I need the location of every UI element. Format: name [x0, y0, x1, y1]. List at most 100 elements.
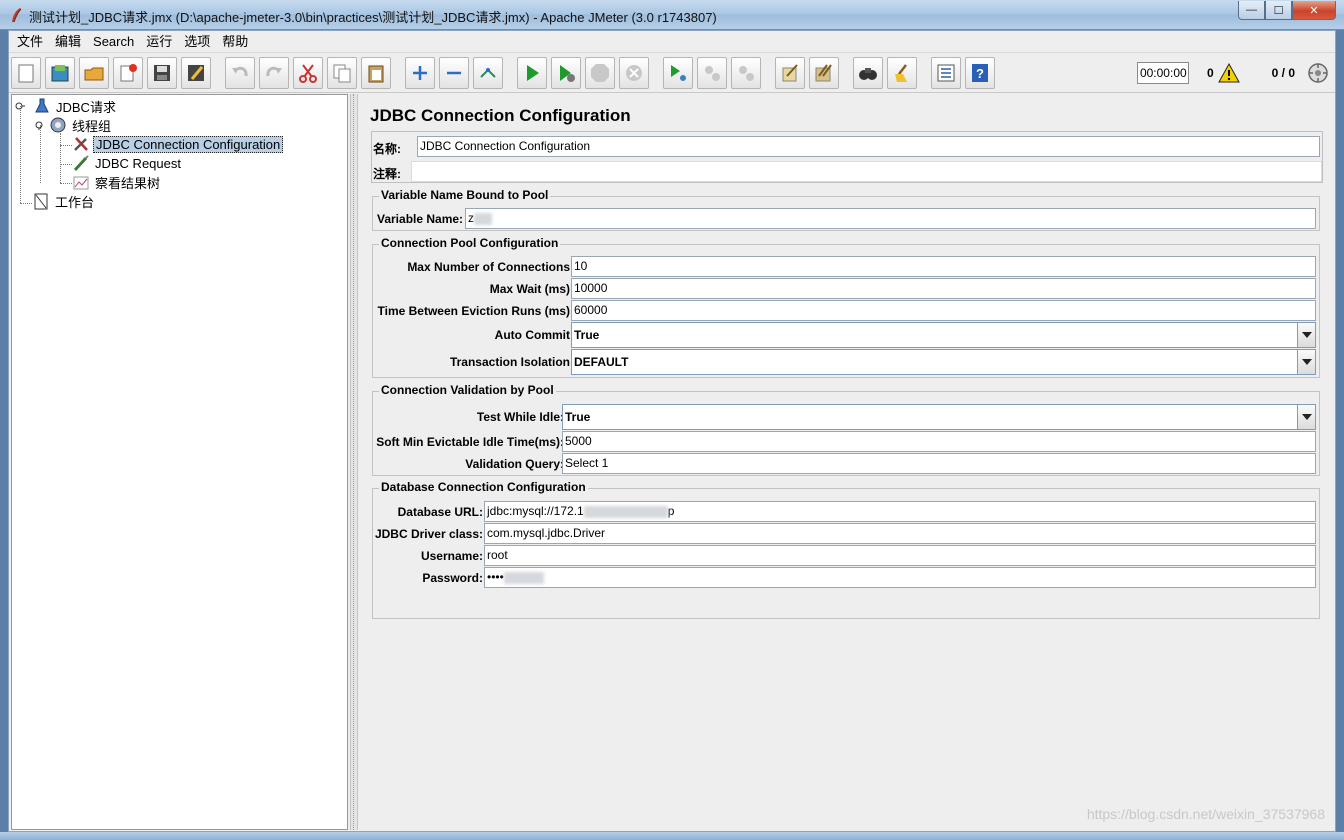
save-as-button[interactable] [181, 56, 211, 89]
svg-text:?: ? [976, 66, 984, 81]
stop-button[interactable] [585, 56, 615, 89]
search-icon [859, 67, 877, 80]
chevron-down-icon[interactable] [1297, 405, 1315, 429]
chevron-down-icon[interactable] [1297, 323, 1315, 347]
comment-label: 注释: [373, 167, 401, 181]
window-bottom-border [0, 832, 1344, 840]
collapse-icon [447, 71, 461, 74]
remote-engines-icon[interactable] [1307, 62, 1329, 84]
chevron-down-icon[interactable] [1297, 350, 1315, 374]
connection-pool-group: Connection Pool Configuration Max Number… [372, 236, 1320, 378]
auto-commit-select[interactable]: True [571, 322, 1316, 348]
tree-node-jdbc-request[interactable]: JDBC Request [72, 154, 183, 172]
remote-start-button[interactable] [663, 56, 693, 89]
collapse-toggle-icon[interactable] [35, 120, 45, 130]
tree-label-result-tree: 察看结果树 [95, 175, 161, 191]
eviction-runs-field[interactable]: 60000 [571, 300, 1316, 321]
password-field[interactable]: •••• [484, 567, 1316, 588]
close-button[interactable]: ✕ [1292, 1, 1336, 20]
tree-node-jdbc-config[interactable]: JDBC Connection Configuration [72, 135, 284, 153]
variable-name-group: Variable Name Bound to Pool Variable Nam… [372, 188, 1320, 231]
warning-count: 0 [1206, 66, 1214, 80]
help-button[interactable]: ? [965, 56, 995, 89]
max-wait-label: Max Wait (ms): [489, 282, 574, 296]
driver-class-field[interactable]: com.mysql.jdbc.Driver [484, 523, 1316, 544]
redacted-text [474, 212, 492, 225]
function-helper-button[interactable] [931, 56, 961, 89]
minimize-button[interactable]: — [1238, 1, 1265, 20]
maximize-button[interactable]: ☐ [1265, 1, 1292, 20]
title-bar: 测试计划_JDBC请求.jmx (D:\apache-jmeter-3.0\bi… [0, 0, 1344, 30]
database-url-label: Database URL: [397, 505, 483, 519]
start-button[interactable] [517, 56, 547, 89]
group-title: Connection Pool Configuration [379, 236, 561, 250]
menu-file[interactable]: 文件 [11, 31, 49, 53]
save-button[interactable] [147, 56, 177, 89]
menu-bar: 文件 编辑 Search 运行 选项 帮助 [9, 31, 1335, 53]
open-button[interactable] [79, 56, 109, 89]
reset-search-button[interactable] [887, 56, 917, 89]
tree-node-test-plan[interactable]: JDBC请求 [15, 97, 118, 115]
database-url-value: jdbc:mysql://172.1 [487, 504, 584, 518]
transaction-isolation-select[interactable]: DEFAULT [571, 349, 1316, 375]
remote-shutdown-button[interactable] [731, 56, 761, 89]
copy-icon [333, 64, 351, 82]
copy-button[interactable] [327, 56, 357, 89]
menu-search[interactable]: Search [87, 31, 140, 53]
clear-button[interactable] [775, 56, 805, 89]
search-button[interactable] [853, 56, 883, 89]
toggle-button[interactable] [473, 56, 503, 89]
active-threads: 0 / 0 [1271, 66, 1295, 80]
config-panel: JDBC Connection Configuration 名称: JDBC C… [360, 94, 1335, 830]
close-file-button[interactable] [113, 56, 143, 89]
tree-node-thread-group[interactable]: 线程组 [35, 116, 113, 134]
test-plan-flask-icon [35, 98, 49, 113]
new-button[interactable] [11, 56, 41, 89]
password-label: Password: [422, 571, 483, 585]
remote-shutdown-icon [739, 65, 754, 81]
start-icon [527, 64, 539, 81]
clear-all-button[interactable] [809, 56, 839, 89]
name-field[interactable]: JDBC Connection Configuration [417, 136, 1320, 157]
soft-min-idle-field[interactable]: 5000 [562, 431, 1316, 452]
new-icon [18, 64, 34, 82]
collapse-button[interactable] [439, 56, 469, 89]
expand-button[interactable] [405, 56, 435, 89]
remote-stop-button[interactable] [697, 56, 727, 89]
collapse-toggle-icon[interactable] [15, 101, 25, 111]
username-field[interactable]: root [484, 545, 1316, 566]
shutdown-button[interactable] [619, 56, 649, 89]
cut-button[interactable] [293, 56, 323, 89]
menu-help[interactable]: 帮助 [216, 31, 254, 53]
start-no-pause-button[interactable] [551, 56, 581, 89]
paste-button[interactable] [361, 56, 391, 89]
redo-button[interactable] [259, 56, 289, 89]
toggle-icon [480, 67, 496, 78]
variable-name-field[interactable]: z [465, 208, 1316, 229]
validation-query-field[interactable]: Select 1 [562, 453, 1316, 474]
test-while-idle-value: True [565, 410, 591, 424]
group-title: Connection Validation by Pool [379, 383, 556, 397]
test-while-idle-select[interactable]: True [562, 404, 1316, 430]
max-connections-field[interactable]: 10 [571, 256, 1316, 277]
cut-icon [299, 63, 317, 83]
pane-splitter[interactable] [350, 94, 358, 830]
menu-edit[interactable]: 编辑 [49, 31, 87, 53]
sampler-pen-icon [73, 155, 89, 172]
max-wait-field[interactable]: 10000 [571, 278, 1316, 299]
menu-options[interactable]: 选项 [178, 31, 216, 53]
save-icon [154, 64, 170, 81]
templates-button[interactable] [45, 56, 75, 89]
auto-commit-label: Auto Commit: [494, 328, 574, 342]
undo-button[interactable] [225, 56, 255, 89]
remote-stop-icon [705, 65, 720, 81]
database-url-field[interactable]: jdbc:mysql://172.1 p [484, 501, 1316, 522]
menu-run[interactable]: 运行 [140, 31, 178, 53]
tree-node-workbench[interactable]: 工作台 [32, 192, 96, 210]
tree-node-result-tree[interactable]: 察看结果树 [72, 173, 162, 191]
warning-icon[interactable] [1217, 63, 1240, 83]
comment-field[interactable] [411, 161, 1322, 182]
validation-query-label: Validation Query: [465, 457, 564, 471]
redacted-text [583, 505, 668, 518]
toolbar: ? 00:00:00 0 0 / 0 [9, 53, 1335, 93]
